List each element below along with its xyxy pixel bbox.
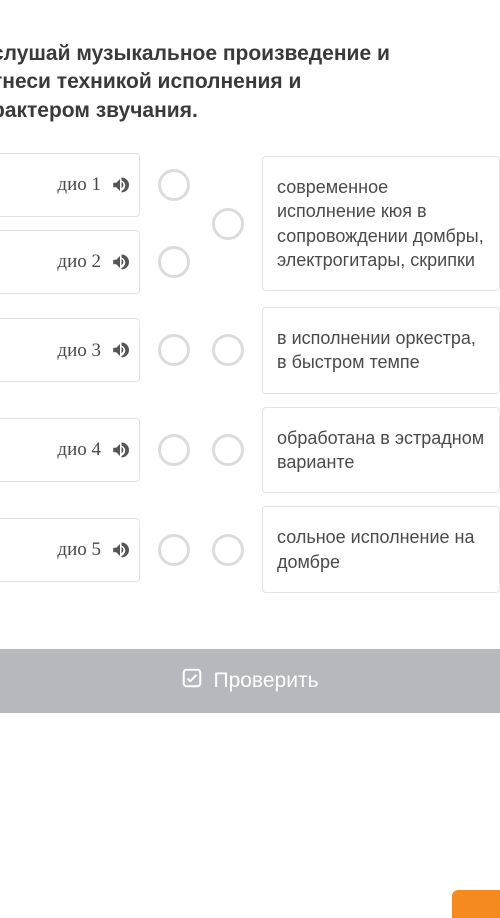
description-text-4: сольное исполнение на домбре [277, 525, 485, 574]
check-button-label: Проверить [213, 669, 318, 693]
right-endpoint-1 [208, 208, 248, 240]
match-circle[interactable] [158, 534, 190, 566]
audio-card-2[interactable]: дио 2 [0, 230, 140, 294]
checkbox-icon [181, 667, 203, 695]
match-circle[interactable] [212, 534, 244, 566]
description-card-3[interactable]: обработана в эстрадном варианте [262, 407, 500, 494]
match-circle[interactable] [158, 246, 190, 278]
left-endpoint-1 [154, 169, 194, 201]
match-circle[interactable] [212, 208, 244, 240]
description-text-3: обработана в эстрадном варианте [277, 426, 485, 475]
left-endpoint-4 [154, 434, 194, 466]
matching-grid: дио 1 современное исполнение кюя в сопро… [0, 153, 500, 593]
speaker-icon[interactable] [111, 341, 129, 359]
audio-card-3[interactable]: дио 3 [0, 318, 140, 382]
audio-label-3: дио 3 [57, 338, 101, 364]
description-text-1: современное исполнение кюя в сопровожден… [277, 175, 485, 272]
check-button[interactable]: Проверить [0, 649, 500, 713]
audio-card-4[interactable]: дио 4 [0, 418, 140, 482]
speaker-icon[interactable] [111, 176, 129, 194]
left-endpoint-2 [154, 246, 194, 278]
bottom-right-tab[interactable] [452, 890, 500, 918]
right-endpoint-2 [208, 334, 248, 366]
match-circle[interactable] [212, 334, 244, 366]
audio-label-2: дио 2 [57, 249, 101, 275]
right-endpoint-3 [208, 434, 248, 466]
right-endpoint-4 [208, 534, 248, 566]
speaker-icon[interactable] [111, 441, 129, 459]
audio-card-1[interactable]: дио 1 [0, 153, 140, 217]
match-circle[interactable] [158, 169, 190, 201]
match-circle[interactable] [212, 434, 244, 466]
description-card-1[interactable]: современное исполнение кюя в сопровожден… [262, 156, 500, 291]
description-text-2: в исполнении оркестра, в быстром темпе [277, 326, 485, 375]
audio-label-5: дио 5 [57, 537, 101, 563]
speaker-icon[interactable] [111, 253, 129, 271]
description-card-2[interactable]: в исполнении оркестра, в быстром темпе [262, 307, 500, 394]
audio-card-5[interactable]: дио 5 [0, 518, 140, 582]
match-circle[interactable] [158, 434, 190, 466]
match-circle[interactable] [158, 334, 190, 366]
left-endpoint-3 [154, 334, 194, 366]
left-endpoint-5 [154, 534, 194, 566]
audio-label-4: дио 4 [57, 437, 101, 463]
description-card-4[interactable]: сольное исполнение на домбре [262, 506, 500, 593]
task-instruction: слушай музыкальное произведение итнеси т… [0, 0, 500, 153]
audio-label-1: дио 1 [57, 172, 101, 198]
speaker-icon[interactable] [111, 541, 129, 559]
